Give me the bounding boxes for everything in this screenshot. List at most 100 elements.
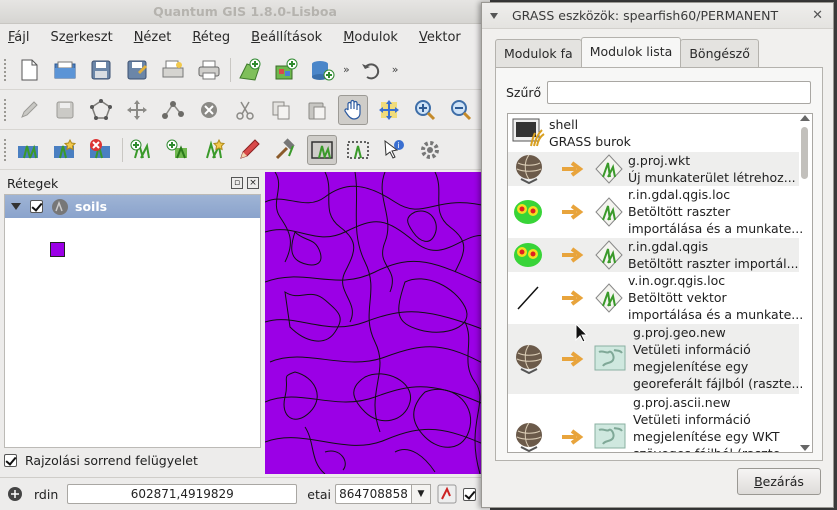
undo-button[interactable] [356, 55, 386, 85]
menu-view[interactable]: Nézet [134, 30, 172, 45]
render-order-checkbox[interactable] [4, 454, 17, 467]
grass-edit-vector-button[interactable] [235, 135, 265, 165]
toolbar-overflow-chevron[interactable]: » [343, 63, 350, 76]
pan-map-button[interactable] [338, 94, 368, 125]
window-menu-icon[interactable] [490, 12, 498, 19]
grass-add-raster-button[interactable] [163, 135, 193, 165]
database-icon [312, 60, 335, 80]
module-name: r.in.gdal.qgis [628, 239, 709, 254]
list-item[interactable]: r.in.gdal.qgis.loc Betöltött raszter imp… [508, 186, 803, 238]
list-item[interactable]: g.proj.geo.new Vetületi információ megje… [508, 324, 803, 394]
filter-label: Szűrő [506, 85, 542, 100]
module-description: Betöltött raszter [628, 204, 731, 219]
list-item[interactable]: r.in.gdal.qgis Betöltött raszter importá… [508, 238, 799, 272]
layer-visibility-checkbox[interactable] [30, 200, 43, 213]
tab-browser[interactable]: Böngésző [680, 39, 759, 67]
menu-settings[interactable]: Beállítások [251, 30, 322, 45]
move-arrows-icon [127, 99, 147, 120]
grass-add-vector-button[interactable] [127, 135, 157, 165]
toolbar-grip[interactable] [4, 98, 8, 121]
save-edits-button[interactable] [50, 95, 80, 125]
zoom-in-button[interactable] [410, 95, 440, 125]
arrow-right-icon [562, 351, 584, 367]
close-panel-icon[interactable]: × [247, 177, 259, 189]
layer-item-soils[interactable]: soils [5, 195, 260, 218]
list-item[interactable]: g.proj.ascii.new Vetületi információ meg… [508, 394, 799, 452]
tab-modules-tree[interactable]: Modulok fa [495, 39, 582, 67]
expand-arrow-icon[interactable] [11, 203, 21, 210]
copy-features-button[interactable] [266, 95, 296, 125]
save-as-button[interactable] [122, 55, 152, 85]
add-vector-layer-button[interactable] [235, 55, 265, 85]
module-list-scrollbar[interactable] [799, 115, 811, 451]
float-panel-icon[interactable]: ▫ [231, 177, 243, 189]
menu-file[interactable]: Fájl [8, 30, 30, 45]
scroll-down-icon[interactable] [800, 445, 810, 451]
add-raster-layer-button[interactable] [271, 55, 301, 85]
grass-new-mapset-button[interactable] [50, 135, 80, 165]
toolbar-separator [122, 137, 123, 162]
add-raster-icon [275, 58, 298, 79]
tab-modules-list[interactable]: Modulok lista [580, 37, 682, 67]
toolbar-grip[interactable] [4, 58, 8, 81]
list-item[interactable]: g.proj.wkt Új munkaterület létrehoz... [508, 152, 799, 186]
scale-dropdown-icon[interactable]: ▼ [410, 484, 431, 504]
zoom-out-button[interactable] [446, 95, 476, 125]
pan-hand-icon [344, 99, 361, 120]
scale-field[interactable]: 864708858 [334, 484, 411, 504]
grass-edit-icon [240, 138, 260, 159]
module-description: importálása és a munkate... [628, 307, 804, 322]
menu-edit[interactable]: Szerkeszt [51, 30, 113, 45]
open-project-button[interactable] [50, 55, 80, 85]
list-item[interactable]: shell GRASS burok [508, 114, 799, 152]
file-toolbar: » » [0, 50, 490, 90]
mouse-pointer-icon [575, 323, 589, 343]
menu-vector[interactable]: Vektor [419, 30, 461, 45]
toolbar-grip[interactable] [4, 138, 8, 161]
layers-tree[interactable]: soils [4, 194, 261, 448]
pan-to-selected-button[interactable] [374, 95, 404, 125]
grass-region-button[interactable] [307, 134, 337, 165]
raster-heatmap-icon [514, 200, 542, 224]
new-project-button[interactable] [14, 55, 44, 85]
scale-label: etai [307, 486, 331, 502]
grass-close-mapset-button[interactable] [86, 135, 116, 165]
new-print-composer-button[interactable] [158, 55, 188, 85]
grass-new-vector-button[interactable] [199, 135, 229, 165]
list-item[interactable]: v.in.ogr.qgis.loc Betöltött vektor impor… [508, 272, 803, 324]
render-checkbox[interactable] [462, 487, 476, 501]
map-canvas[interactable] [265, 172, 490, 474]
close-button[interactable]: Bezárás [737, 468, 821, 495]
node-tool-button[interactable] [158, 95, 188, 125]
grass-open-mapset-button[interactable] [14, 135, 44, 165]
module-description: Vetületi információ [633, 412, 751, 427]
menu-plugins[interactable]: Modulok [343, 30, 398, 45]
paste-features-button[interactable] [302, 95, 332, 125]
globe-icon [516, 344, 542, 375]
add-feature-button[interactable] [86, 95, 116, 125]
qgis-title: Quantum GIS 1.8.0-Lisboa [0, 0, 490, 24]
menu-layer[interactable]: Réteg [192, 30, 230, 45]
module-name: shell [549, 117, 579, 132]
add-postgis-layer-button[interactable] [307, 55, 337, 85]
scroll-thumb[interactable] [801, 127, 808, 179]
grass-edit-region-button[interactable] [343, 135, 373, 165]
cut-features-button[interactable] [230, 95, 260, 125]
close-window-icon[interactable]: ✕ [812, 8, 823, 23]
toggle-editing-button[interactable] [14, 95, 44, 125]
settings-button[interactable] [415, 135, 445, 165]
delete-selected-button[interactable] [194, 95, 224, 125]
statusbar: rdin 602871,4919829 etai 864708858 ▼ [0, 477, 490, 510]
print-button[interactable] [194, 55, 224, 85]
toolbar-overflow-chevron-2[interactable]: » [392, 63, 399, 76]
coordinate-field[interactable]: 602871,4919829 [67, 484, 298, 504]
grass-tools-button[interactable] [271, 135, 301, 165]
scroll-up-icon[interactable] [800, 115, 810, 121]
move-feature-button[interactable] [122, 95, 152, 125]
delete-icon [201, 101, 217, 118]
stop-render-icon[interactable] [437, 484, 457, 504]
module-list[interactable]: shell GRASS burok g.proj.wkt Új munkater… [507, 113, 813, 453]
identify-button[interactable]: i [379, 135, 409, 165]
save-project-button[interactable] [86, 55, 116, 85]
filter-input[interactable] [547, 81, 812, 104]
